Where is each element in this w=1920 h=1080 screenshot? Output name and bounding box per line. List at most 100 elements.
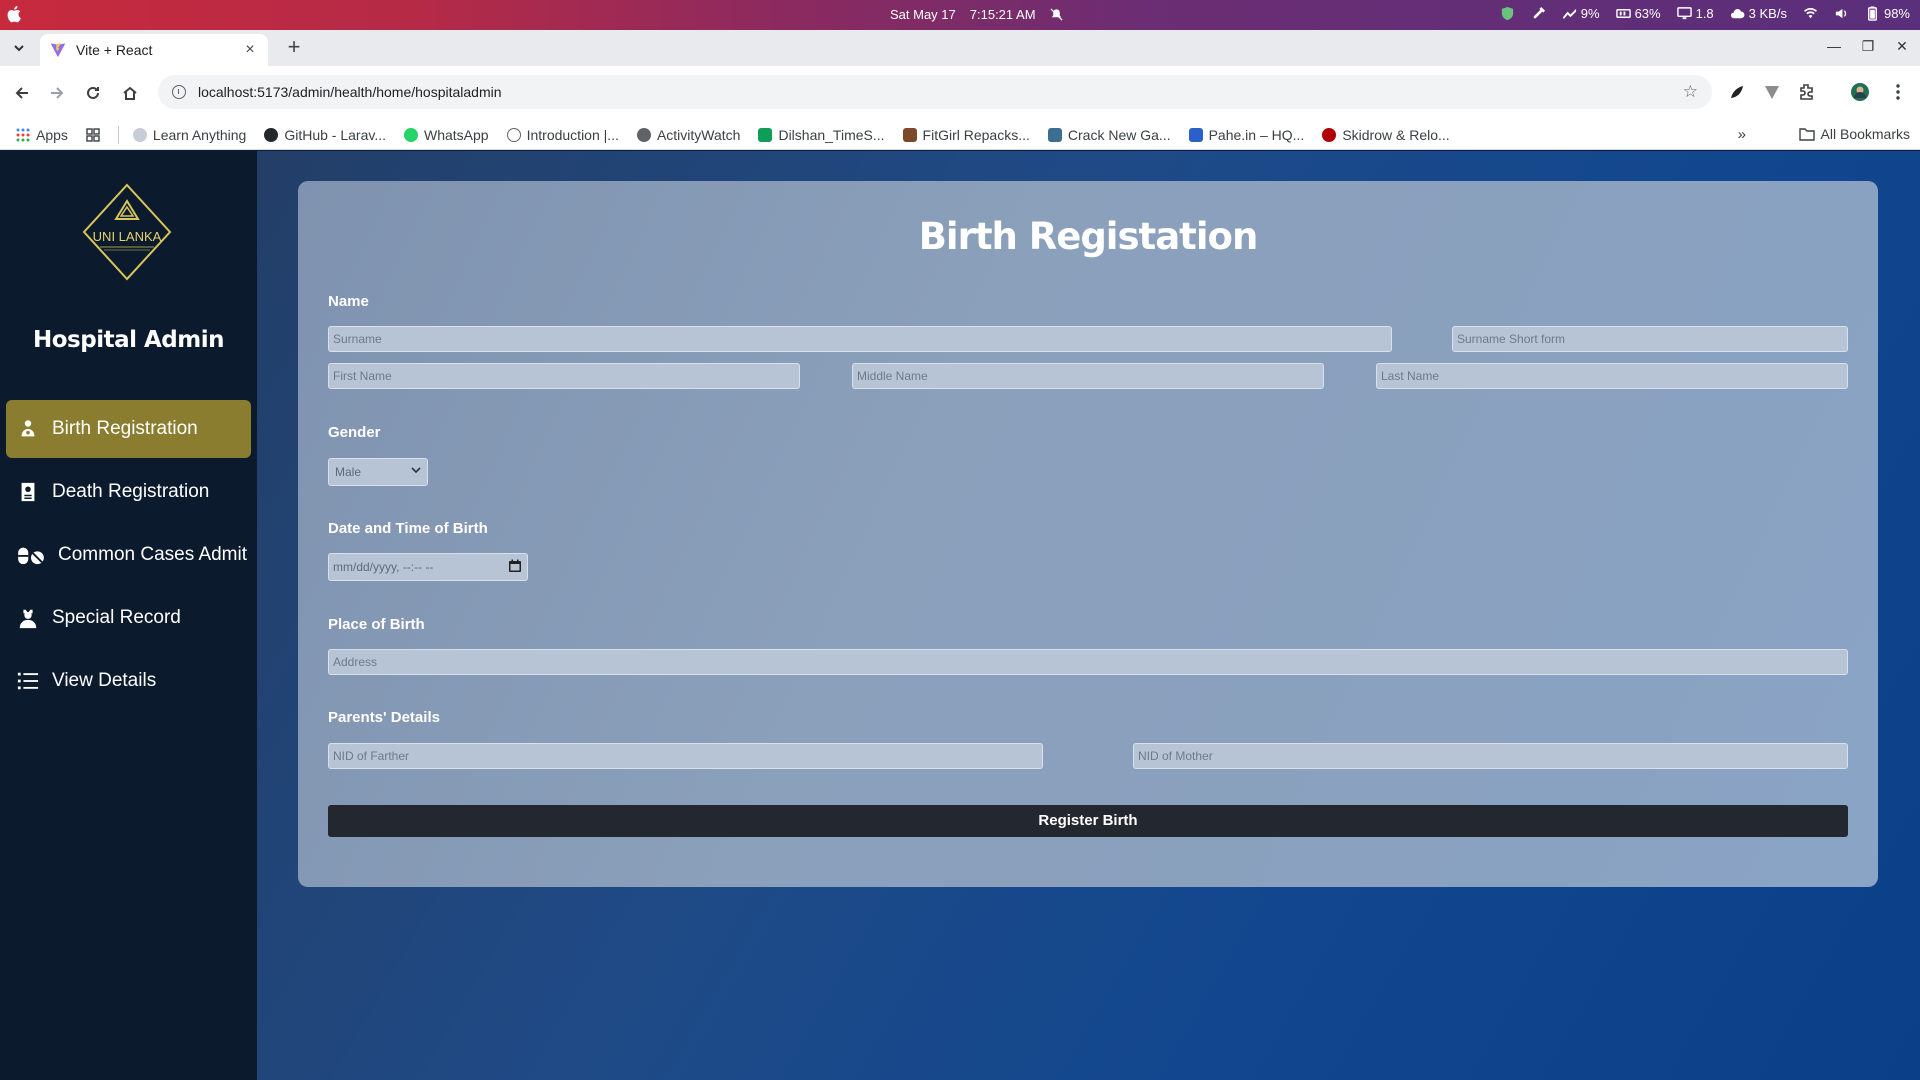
sidebar-item-birth-registration[interactable]: Birth Registration	[6, 400, 251, 458]
bookmark-favicon-icon	[1188, 127, 1203, 142]
battery-tray[interactable]: 98%	[1865, 6, 1910, 21]
bookmark-label: GitHub - Larav...	[284, 126, 386, 143]
extensions-button[interactable]	[1797, 82, 1817, 102]
close-window-icon[interactable]: ✕	[1892, 34, 1912, 58]
profile-avatar[interactable]	[1850, 82, 1870, 102]
puzzle-icon	[1800, 84, 1813, 100]
forward-button[interactable]	[45, 81, 69, 105]
bookmark-label: WhatsApp	[424, 126, 489, 143]
bookmark-activitywatch[interactable]: ActivityWatch	[636, 127, 740, 143]
address-input[interactable]	[328, 649, 1848, 675]
mem-tray[interactable]: 63%	[1615, 6, 1661, 21]
url-text[interactable]: localhost:5173/admin/health/home/hospita…	[198, 84, 1683, 100]
extension-1[interactable]	[1727, 82, 1747, 102]
sidebar-item-special-record[interactable]: Special Record	[6, 589, 251, 647]
all-bookmarks-button[interactable]: All Bookmarks	[1798, 126, 1910, 142]
sidebar-item-common-cases-admit[interactable]: Common Cases Admit	[6, 526, 251, 584]
apple-icon[interactable]	[6, 5, 22, 23]
volume-tray[interactable]	[1834, 6, 1849, 21]
surname-short-form-input[interactable]	[1452, 326, 1848, 352]
tab-groups-button[interactable]	[86, 127, 100, 142]
bookmark-star-icon[interactable]: ☆	[1683, 82, 1698, 102]
more-bookmarks-icon[interactable]: »	[1738, 126, 1746, 143]
bookmark-skidrow[interactable]: Skidrow & Relo...	[1322, 127, 1450, 143]
window-controls: — ❐ ✕	[1824, 34, 1912, 58]
bookmark-apps[interactable]: Apps	[16, 127, 68, 143]
date-text: Sat May 17	[890, 7, 956, 22]
home-icon	[123, 86, 137, 100]
bookmark-introduction[interactable]: Introduction |...	[506, 126, 619, 143]
monitor-icon	[1676, 7, 1692, 20]
restore-icon[interactable]: ❐	[1858, 34, 1878, 58]
certificate-icon	[16, 480, 40, 504]
picker-tray[interactable]	[1531, 6, 1546, 21]
browser-tab[interactable]: Vite + React ×	[40, 34, 268, 66]
browser-menu-button[interactable]	[1888, 82, 1908, 102]
pills-icon	[16, 543, 46, 567]
tab-close-icon[interactable]: ×	[242, 42, 258, 58]
logo-text: UNI LANKA	[93, 229, 162, 244]
dob-input[interactable]: mm/dd/yyyy, --:-- --	[328, 553, 528, 581]
bookmark-whatsapp[interactable]: WhatsApp	[404, 127, 489, 143]
grid-icon	[86, 127, 100, 142]
sidebar: UNI LANKA Hospital Admin Birth Registrat…	[0, 151, 257, 1080]
bookmark-label: Introduction |...	[526, 126, 619, 143]
new-tab-button[interactable]: +	[282, 36, 306, 60]
net-tray[interactable]: 3 KB/s	[1730, 6, 1787, 21]
last-name-input[interactable]	[1376, 363, 1848, 389]
wifi-tray[interactable]	[1803, 6, 1818, 21]
bookmark-favicon-icon	[132, 127, 147, 142]
memory-icon	[1615, 9, 1631, 18]
uni-lanka-logo[interactable]: UNI LANKA	[82, 183, 172, 281]
first-name-input[interactable]	[328, 363, 800, 389]
calendar-icon[interactable]	[508, 559, 522, 573]
bookmark-learn-anything[interactable]: Learn Anything	[132, 127, 246, 143]
bookmark-label: Pahe.in – HQ...	[1208, 126, 1305, 143]
speed-icon	[1562, 8, 1576, 20]
site-info-icon[interactable]	[172, 85, 186, 99]
bookmark-fitgirl[interactable]: FitGirl Repacks...	[902, 126, 1030, 143]
gender-select[interactable]: Male	[328, 458, 428, 486]
reload-button[interactable]	[81, 81, 105, 105]
load-tray[interactable]: 1.8	[1676, 6, 1714, 21]
home-button[interactable]	[118, 81, 142, 105]
cloud-icon	[1730, 9, 1745, 19]
apps-grid-icon	[16, 128, 30, 141]
bookmark-label: FitGirl Repacks...	[922, 126, 1030, 143]
tab-search-chevron-icon[interactable]	[10, 39, 28, 57]
mem-text: 63%	[1634, 6, 1661, 21]
register-birth-button[interactable]: Register Birth	[328, 805, 1848, 837]
middle-name-input[interactable]	[852, 363, 1324, 389]
user-nurse-icon	[16, 606, 40, 630]
bookmark-separator	[117, 125, 119, 144]
shield-tray[interactable]	[1500, 6, 1515, 21]
vite-favicon-icon	[50, 43, 66, 57]
bookmark-label: Crack New Ga...	[1067, 126, 1171, 143]
minimize-icon[interactable]: —	[1824, 34, 1844, 58]
sidebar-item-label: Death Registration	[52, 481, 210, 502]
whatsapp-icon	[404, 127, 418, 142]
bookmark-dilshan-times[interactable]: Dilshan_TimeS...	[758, 127, 885, 143]
name-label: Name	[328, 293, 369, 310]
cpu-tray[interactable]: 9%	[1562, 6, 1600, 21]
address-bar[interactable]: localhost:5173/admin/health/home/hospita…	[158, 75, 1712, 109]
extension-leaf-icon	[1731, 86, 1743, 98]
bookmark-github[interactable]: GitHub - Larav...	[264, 127, 386, 143]
extension-2[interactable]	[1762, 82, 1782, 102]
sidebar-item-view-details[interactable]: View Details	[6, 652, 251, 710]
battery-text: 98%	[1883, 6, 1910, 21]
battery-icon	[1868, 6, 1877, 21]
mother-nid-input[interactable]	[1133, 743, 1848, 769]
folder-icon	[1798, 128, 1815, 141]
system-tray: 9% 63% 1.8 3 KB/s 98%	[1500, 6, 1910, 21]
bookmark-crack-new-games[interactable]: Crack New Ga...	[1047, 126, 1171, 143]
sidebar-item-death-registration[interactable]: Death Registration	[6, 463, 251, 521]
bookmark-favicon-icon	[1322, 127, 1337, 142]
clock[interactable]: Sat May 17 7:15:21 AM	[890, 7, 1063, 22]
bookmark-pahe[interactable]: Pahe.in – HQ...	[1188, 126, 1305, 143]
father-nid-input[interactable]	[328, 743, 1043, 769]
form-title: Birth Registation	[918, 215, 1259, 258]
back-button[interactable]	[10, 81, 34, 105]
os-top-bar: Sat May 17 7:15:21 AM 9% 63% 1.8 3 KB/s …	[0, 0, 1920, 30]
surname-input[interactable]	[328, 326, 1392, 352]
